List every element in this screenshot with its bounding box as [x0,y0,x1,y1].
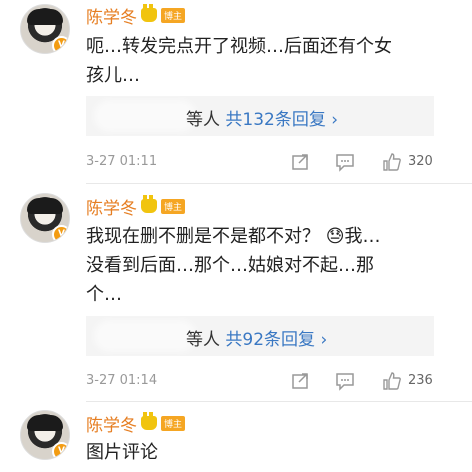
author-name[interactable]: 陈学冬 [86,194,137,219]
author-name[interactable]: 陈学冬 [86,3,137,28]
avatar[interactable]: V [20,193,70,243]
verified-badge-icon: V [52,36,69,53]
author-badge: 博主 [161,7,186,23]
comment-icon[interactable] [335,152,355,172]
verified-badge-icon: V [52,225,69,242]
avatar[interactable]: V [20,410,70,460]
author-name[interactable]: 陈学冬 [86,411,137,436]
like-icon[interactable] [382,371,402,391]
repost-icon[interactable] [290,152,310,172]
reply-suffix: 等人 [186,330,220,350]
reply-summary[interactable]: 等人 共132条回复 › [86,96,434,136]
comment-text: 呃…转发完点开了视频…后面还有个女 孩儿… [86,36,392,86]
timestamp: 3-27 01:14 [86,373,158,388]
reply-count-link[interactable]: 共132条回复 [225,110,325,130]
author-badge: 博主 [161,198,186,214]
reply-summary[interactable]: 等人 共92条回复 › [86,316,434,356]
crown-icon [141,195,157,213]
verified-badge-icon: V [52,442,69,459]
repost-icon[interactable] [290,371,310,391]
comment-text: 图片评论 [86,442,158,463]
crown-icon [141,4,157,22]
author-badge: 博主 [161,415,186,431]
comment-icon[interactable] [335,371,355,391]
timestamp: 3-27 01:11 [86,154,158,169]
avatar[interactable]: V [20,4,70,54]
chevron-right-icon: › [320,330,328,350]
chevron-right-icon: › [331,110,339,130]
comment-text: 我现在删不删是不是都不对？ 😓我… 没看到后面…那个…姑娘对不起…那 个… [86,226,381,305]
like-count: 236 [408,373,433,388]
like-icon[interactable] [382,152,402,172]
crown-icon [141,412,157,430]
reply-count-link[interactable]: 共92条回复 [225,330,315,350]
like-count: 320 [408,154,433,169]
reply-suffix: 等人 [186,110,220,130]
